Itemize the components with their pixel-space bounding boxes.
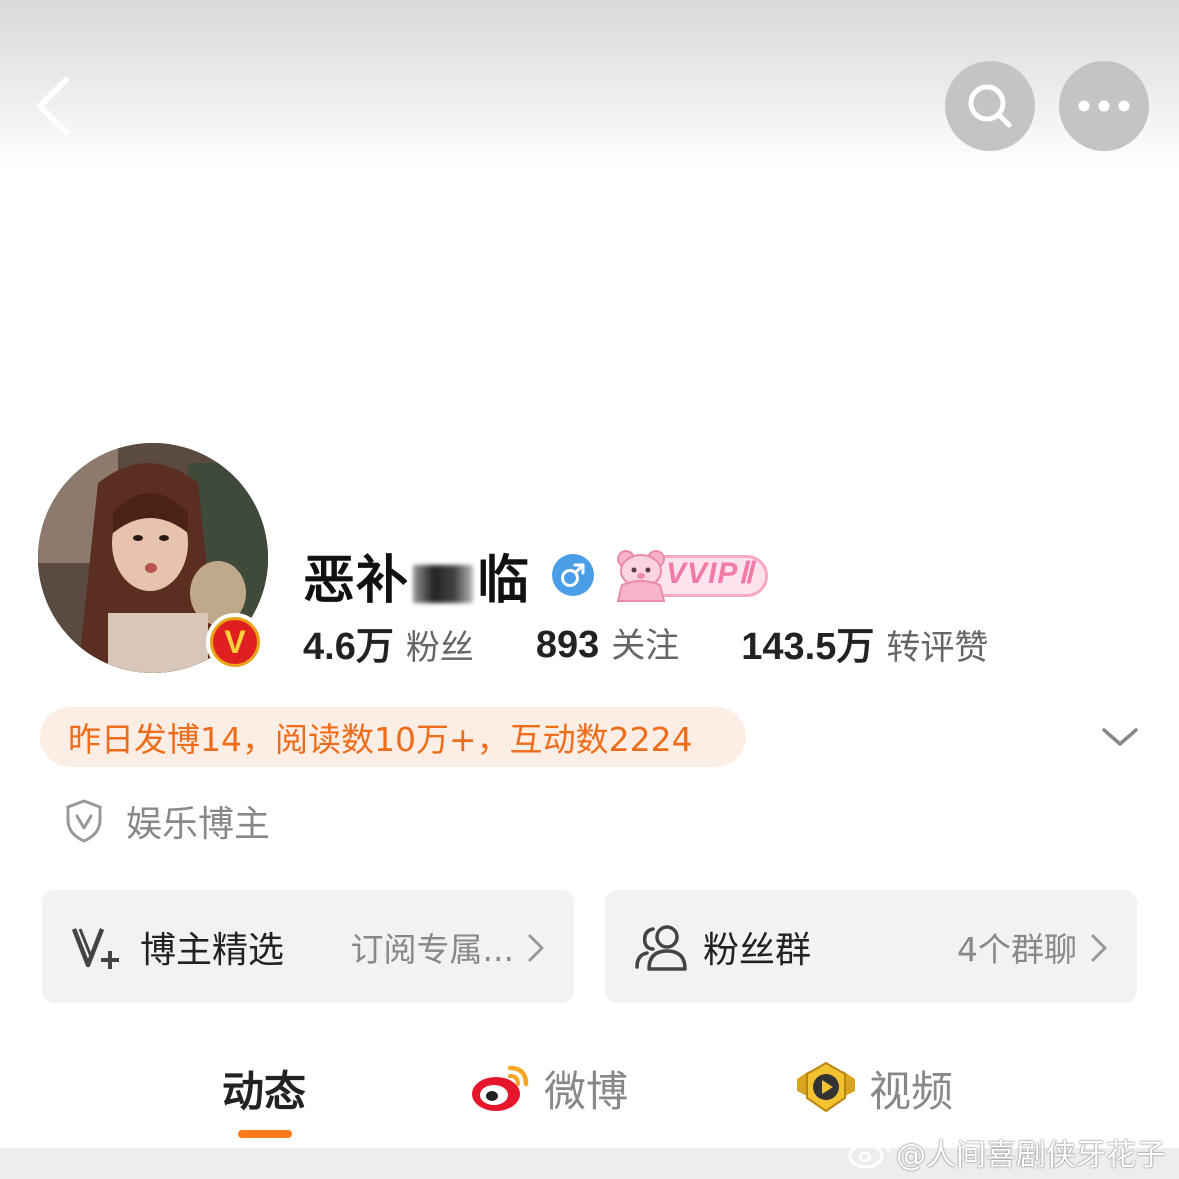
chevron-left-icon <box>37 77 69 135</box>
featured-title: 博主精选 <box>140 929 285 971</box>
more-horizontal-icon <box>1078 100 1130 112</box>
bear-icon <box>616 550 666 602</box>
profile-name-row: 恶补临 VVIPⅡ <box>303 540 770 611</box>
top-bar <box>0 0 1179 170</box>
tab-dynamic-label: 动态 <box>222 1066 307 1116</box>
chevron-right-icon <box>1091 934 1107 962</box>
verified-badge: V <box>206 613 264 671</box>
following-stat[interactable]: 893 关注 <box>536 618 679 667</box>
verified-v-icon: V <box>213 620 257 664</box>
following-count: 893 <box>535 623 600 666</box>
name-redaction <box>413 564 474 603</box>
male-gender-icon <box>552 554 595 596</box>
shield-icon <box>66 799 102 843</box>
back-button[interactable] <box>28 70 88 140</box>
user-name: 恶补临 <box>303 550 531 611</box>
tab-weibo[interactable]: 微博 <box>470 1058 628 1118</box>
following-label: 关注 <box>611 625 680 666</box>
tab-video-label: 视频 <box>869 1066 954 1116</box>
weibo-watermark-icon <box>848 1137 890 1169</box>
tab-video[interactable]: 视频 <box>795 1058 953 1118</box>
featured-card[interactable]: 博主精选 订阅专属... <box>42 890 574 1003</box>
followers-count: 4.6万 <box>303 625 394 668</box>
stats-row: 4.6万 粉丝 893 关注 143.5万 转评赞 <box>303 615 1050 669</box>
chevron-right-icon <box>528 934 544 962</box>
activity-summary-text: 昨日发博14，阅读数10万+，互动数2224 <box>68 720 693 759</box>
category-label: 娱乐博主 <box>126 804 271 845</box>
engagement-count: 143.5万 <box>741 625 875 668</box>
vip-badge[interactable]: VVIPⅡ <box>610 547 770 603</box>
fan-group-title: 粉丝群 <box>703 929 812 971</box>
avatar-container[interactable]: V <box>38 443 268 673</box>
tab-weibo-label: 微博 <box>544 1066 629 1116</box>
video-badge-icon <box>797 1061 855 1113</box>
followers-label: 粉丝 <box>405 627 474 668</box>
engagement-stat[interactable]: 143.5万 转评赞 <box>741 615 988 670</box>
watermark-text: @人间喜剧侠牙花子 <box>896 1138 1166 1173</box>
weibo-logo-icon <box>472 1065 529 1111</box>
featured-subtitle: 订阅专属... <box>350 929 514 969</box>
v-plus-icon <box>71 927 119 969</box>
chevron-down-icon[interactable] <box>1100 722 1140 752</box>
vip-label: VVIPⅡ <box>666 557 755 590</box>
fan-group-card[interactable]: 粉丝群 4个群聊 <box>605 890 1137 1003</box>
search-icon <box>968 84 1012 128</box>
more-button[interactable] <box>1059 61 1149 151</box>
activity-summary[interactable]: 昨日发博14，阅读数10万+，互动数2224 <box>40 707 746 767</box>
category-row: 娱乐博主 <box>64 798 271 845</box>
watermark: @人间喜剧侠牙花子 <box>848 1130 1166 1174</box>
followers-stat[interactable]: 4.6万 粉丝 <box>303 615 474 670</box>
search-button[interactable] <box>945 61 1035 151</box>
active-tab-indicator <box>238 1130 292 1138</box>
tab-dynamic[interactable]: 动态 <box>222 1058 306 1118</box>
engagement-label: 转评赞 <box>886 627 989 668</box>
group-users-icon <box>635 924 687 971</box>
fan-group-subtitle: 4个群聊 <box>957 929 1077 969</box>
